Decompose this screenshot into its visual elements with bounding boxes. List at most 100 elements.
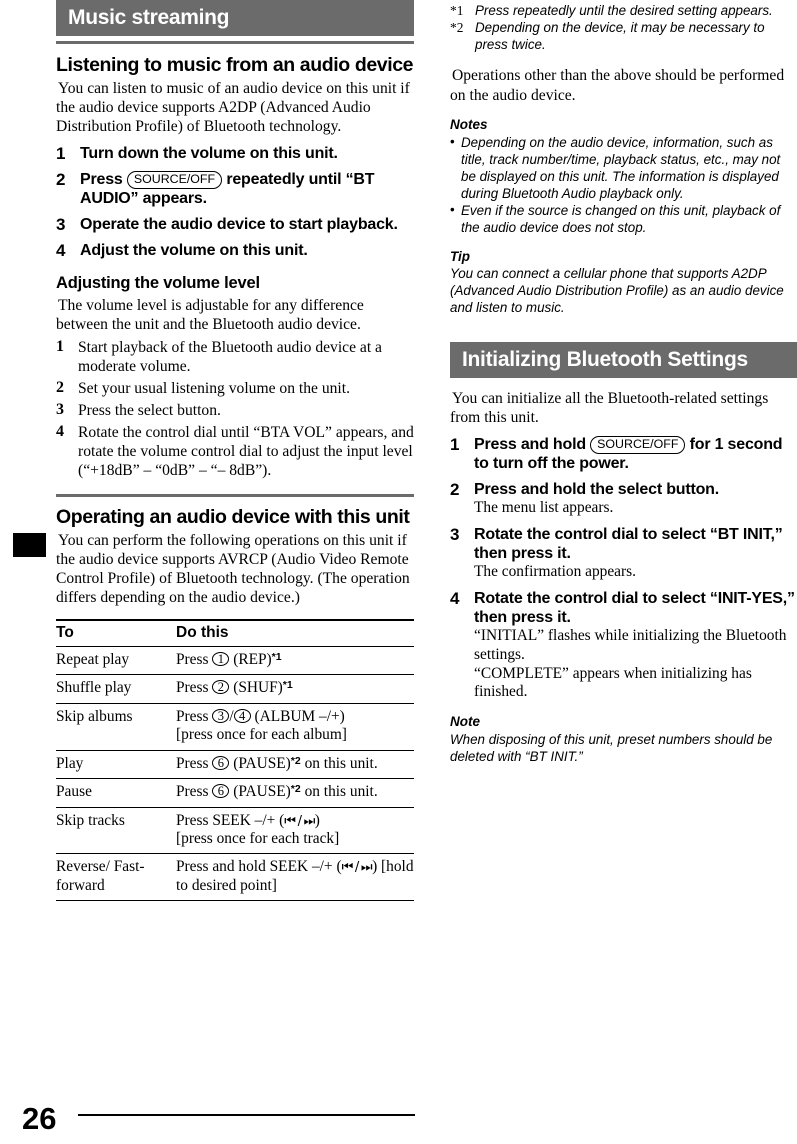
steps-initializing: 1 Press and hold SOURCE/OFF for 1 second …	[450, 435, 797, 702]
manual-page: Music streaming Listening to music from …	[0, 0, 797, 1144]
operations-table: To Do this Repeat play Press 1 (REP)*1 Shu…	[56, 619, 414, 902]
step-number: 2	[56, 378, 64, 396]
table-cell-to: Pause	[56, 778, 176, 808]
step-number: 2	[56, 169, 66, 189]
step-number: 4	[450, 588, 460, 608]
table-cell-to: Skip tracks	[56, 807, 176, 855]
tip-heading: Tip	[450, 248, 470, 264]
table-row: Repeat play Press 1 (REP)*1	[56, 646, 414, 676]
step-result-text: The menu list appears.	[474, 499, 614, 517]
heading-listening-to-music: Listening to music from an audio device	[56, 54, 414, 76]
table-cell-to: Reverse/ Fast-forward	[56, 853, 176, 902]
table-cell-do-this: Press 1 (REP)*1	[176, 646, 414, 676]
step-result-text: “INITIAL” flashes while initializing the…	[474, 626, 787, 701]
step-text: Adjust the volume on this unit.	[80, 242, 308, 260]
footnote-marker: *1	[450, 3, 464, 18]
numbered-button-glyph-4: 4	[233, 708, 251, 723]
step-text: Rotate the control dial to select “BT IN…	[474, 526, 783, 563]
notes-heading: Notes	[450, 116, 488, 132]
footnote-text: Press repeatedly until the desired setti…	[475, 3, 773, 18]
note-item: Even if the source is changed on this un…	[450, 201, 797, 236]
footnote-marker: *2	[290, 754, 301, 767]
chapter-thumb-tab	[13, 533, 46, 557]
numbered-button-glyph-1: 1	[212, 651, 230, 666]
table-row: Shuffle play Press 2 (SHUF)*1	[56, 674, 414, 704]
step-item: 2 Press SOURCE/OFF repeatedly until “BT A…	[56, 170, 414, 209]
table-cell-to: Repeat play	[56, 646, 176, 676]
step-item: 4 Adjust the volume on this unit.	[56, 241, 414, 260]
step-item: 3 Press the select button.	[56, 401, 414, 420]
table-row: Reverse/ Fast-forward Press and hold SEEK…	[56, 853, 414, 902]
table-cell-do-this: Press 3/4 (ALBUM –/+) [press once for eac…	[176, 703, 414, 751]
step-number: 1	[56, 143, 66, 163]
heading-operating-audio-device: Operating an audio device with this unit	[56, 505, 410, 528]
column-header-to: To	[56, 619, 176, 647]
paragraph-operating-intro: You can perform the following operations…	[56, 531, 410, 607]
seek-prev-next-icon: ⏮ / ⏭	[341, 860, 373, 876]
step-item: 4 Rotate the control dial until “BTA VOL”…	[56, 423, 414, 480]
footnote-item: *2 Depending on the device, it may be nec…	[450, 19, 797, 53]
numbered-button-glyph-6: 6	[212, 784, 230, 799]
step-text: Press the select button.	[78, 401, 221, 419]
source-off-button-glyph: SOURCE/OFF	[590, 435, 686, 455]
step-text: Rotate the control dial until “BTA VOL” …	[78, 423, 414, 479]
step-item: 3 Operate the audio device to start playb…	[56, 215, 414, 234]
step-number: 4	[56, 241, 66, 261]
step-item: 1 Press and hold SOURCE/OFF for 1 second …	[450, 435, 797, 474]
footnote-marker: *2	[290, 783, 301, 796]
step-text: Start playback of the Bluetooth audio de…	[78, 338, 382, 375]
table-cell-do-this: Press 6 (PAUSE)*2 on this unit.	[176, 750, 414, 780]
column-header-do-this: Do this	[176, 619, 414, 647]
heading-adjusting-volume: Adjusting the volume level	[56, 274, 260, 293]
section-header-initializing-bluetooth: Initializing Bluetooth Settings	[450, 342, 797, 379]
table-cell-do-this: Press 6 (PAUSE)*2 on this unit.	[176, 778, 414, 808]
step-text: Operate the audio device to start playba…	[80, 216, 398, 234]
step-number: 4	[56, 422, 64, 440]
step-item: 2 Press and hold the select button. The me…	[450, 480, 797, 518]
step-text: Press and hold SOURCE/OFF for 1 second t…	[474, 435, 783, 473]
note-item: Depending on the audio device, informati…	[450, 133, 797, 202]
paragraph-operations-other: Operations other than the above should b…	[450, 67, 785, 104]
note-heading: Note	[450, 714, 480, 730]
step-number: 3	[56, 215, 66, 235]
step-text: Press and hold the select button.	[474, 481, 719, 499]
table-cell-to: Skip albums	[56, 703, 176, 751]
step-number: 3	[450, 525, 460, 545]
right-column: *1 Press repeatedly until the desired set…	[450, 0, 797, 765]
step-item: 3 Rotate the control dial to select “BT I…	[450, 525, 797, 582]
paragraph-initializing-intro: You can initialize all the Bluetooth-rel…	[450, 390, 769, 427]
step-text: Press SOURCE/OFF repeatedly until “BT AU…	[80, 170, 375, 208]
step-text: Set your usual listening volume on the u…	[78, 379, 350, 397]
step-text: Rotate the control dial to select “INIT-…	[474, 589, 795, 626]
step-item: 1 Start playback of the Bluetooth audio d…	[56, 338, 414, 376]
footnote-marker: *2	[450, 20, 464, 36]
table-row: Skip tracks Press SEEK –/+ (⏮ / ⏭) [press …	[56, 807, 414, 855]
step-number: 1	[56, 337, 64, 355]
section-header-music-streaming: Music streaming	[56, 0, 414, 36]
steps-adjusting-volume: 1 Start playback of the Bluetooth audio d…	[56, 338, 414, 480]
footnote-item: *1 Press repeatedly until the desired set…	[450, 2, 797, 19]
table-cell-to: Play	[56, 750, 176, 780]
step-item: 4 Rotate the control dial to select “INIT…	[450, 589, 797, 702]
step-text: Turn down the volume on this unit.	[80, 144, 338, 162]
paragraph-listening-intro: You can listen to music of an audio devi…	[56, 79, 410, 136]
seek-prev-next-icon: ⏮ / ⏭	[284, 813, 315, 829]
footer-rule	[78, 1114, 415, 1116]
footnote-marker: *1	[282, 679, 293, 692]
step-number: 2	[450, 480, 460, 500]
step-item: 2 Set your usual listening volume on the …	[56, 379, 414, 398]
table-row: Play Press 6 (PAUSE)*2 on this unit.	[56, 750, 414, 780]
step-number: 3	[56, 400, 64, 418]
table-cell-do-this: Press 2 (SHUF)*1	[176, 674, 414, 704]
note-body: When disposing of this unit, preset numb…	[450, 731, 773, 764]
numbered-button-glyph-3: 3	[212, 708, 230, 723]
footnote-marker: *1	[271, 650, 282, 663]
notes-list: Depending on the audio device, informati…	[450, 133, 797, 236]
step-item: 1 Turn down the volume on this unit.	[56, 144, 414, 163]
table-cell-do-this: Press and hold SEEK –/+ (⏮ / ⏭) [hold to…	[176, 853, 414, 902]
step-number: 1	[450, 434, 460, 454]
tip-body: You can connect a cellular phone that su…	[450, 266, 784, 316]
numbered-button-glyph-2: 2	[212, 680, 230, 695]
footnote-text: Depending on the device, it may be neces…	[475, 20, 765, 53]
footnote-list: *1 Press repeatedly until the desired set…	[450, 2, 797, 53]
